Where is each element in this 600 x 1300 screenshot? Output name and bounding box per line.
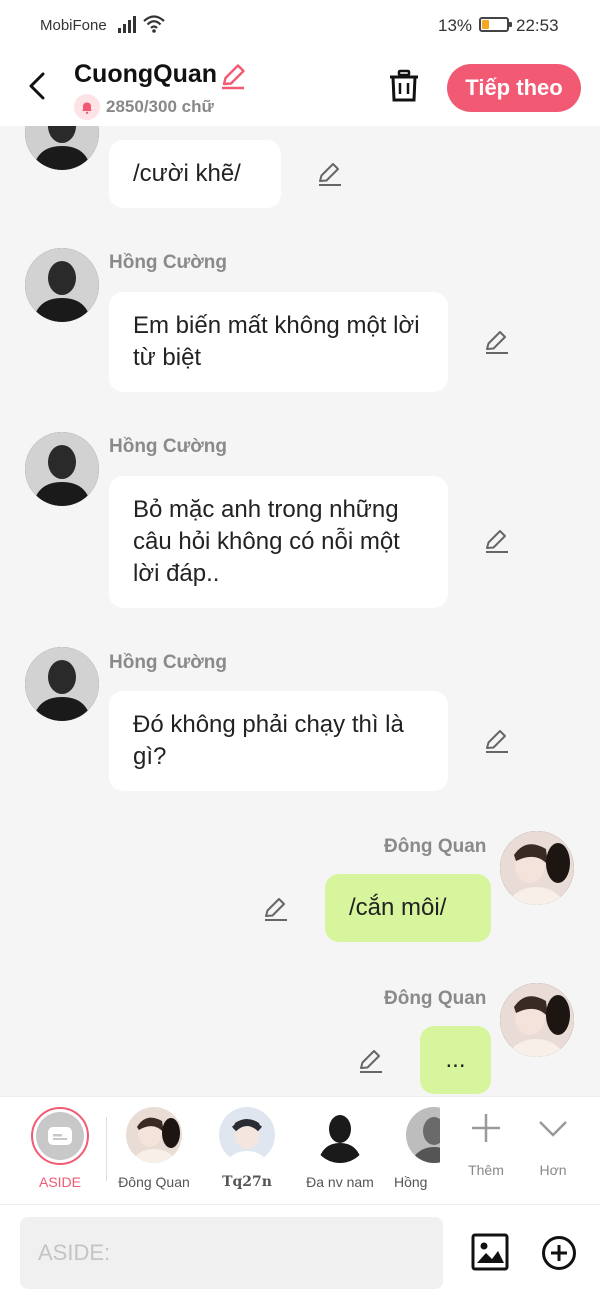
- message-bubble: /cười khẽ/: [109, 140, 281, 208]
- story-title: CuongQuan: [74, 60, 218, 88]
- edit-message-icon[interactable]: [483, 527, 511, 555]
- expand-label: Hơn: [539, 1162, 567, 1178]
- word-counter: 2850/300 chữ: [74, 94, 214, 120]
- chevron-down-icon: [539, 1121, 567, 1137]
- back-button[interactable]: [22, 68, 52, 104]
- edit-message-icon[interactable]: [357, 1047, 385, 1075]
- header: CuongQuan 2850/300 chữ Tiếp theo: [0, 52, 600, 126]
- avatar-hong-cuong[interactable]: [25, 432, 99, 506]
- image-icon[interactable]: [471, 1233, 509, 1271]
- add-label: Thêm: [468, 1162, 504, 1178]
- battery-fill: [482, 20, 489, 29]
- sender-name: Đông Quan: [384, 836, 487, 857]
- divider: [106, 1117, 107, 1181]
- avatar-hong-cuong[interactable]: [25, 248, 99, 322]
- character-avatar: [126, 1107, 182, 1163]
- avatar-dong-quan[interactable]: [500, 831, 574, 905]
- character-bar: ASIDE Đông Quan Tq27n Đa nv nam Hồng Thê…: [0, 1096, 600, 1204]
- add-circle-icon[interactable]: [541, 1235, 577, 1271]
- avatar-hong-cuong[interactable]: [25, 126, 99, 170]
- edit-message-icon[interactable]: [262, 895, 290, 923]
- character-avatar: [219, 1107, 275, 1163]
- aside-icon: [36, 1112, 84, 1160]
- character-label: Tq27n: [222, 1174, 272, 1190]
- character-avatar: [406, 1107, 440, 1163]
- message-bubble: ...: [420, 1026, 491, 1094]
- character-aside[interactable]: ASIDE: [15, 1107, 105, 1190]
- carrier-name: MobiFone: [40, 17, 107, 34]
- add-character-button[interactable]: Thêm: [456, 1111, 516, 1178]
- clock: 22:53: [516, 16, 559, 35]
- sender-name: Đông Quan: [384, 988, 487, 1009]
- trash-icon[interactable]: [388, 69, 420, 103]
- character-avatar: [312, 1107, 368, 1163]
- next-button[interactable]: Tiếp theo: [447, 64, 581, 112]
- status-bar: MobiFone 13% 22:53: [0, 0, 600, 52]
- character-item[interactable]: Hồng: [388, 1107, 440, 1190]
- character-item[interactable]: Đông Quan: [109, 1107, 199, 1190]
- expand-button[interactable]: Hơn: [523, 1111, 583, 1178]
- battery-icon: [479, 17, 512, 32]
- input-bar: [0, 1204, 600, 1300]
- battery-percent: 13%: [438, 16, 473, 35]
- character-item[interactable]: Đa nv nam: [295, 1107, 385, 1190]
- signal-icon: [118, 16, 136, 33]
- wifi-icon: [143, 15, 165, 33]
- message-bubble: Bỏ mặc anh trong những câu hỏi không có …: [109, 476, 448, 608]
- avatar-dong-quan[interactable]: [500, 983, 574, 1057]
- character-item[interactable]: Tq27n: [202, 1107, 292, 1190]
- message-bubble: /cắn môi/: [325, 874, 491, 942]
- plus-icon: [472, 1114, 500, 1142]
- back-arrow-icon: [29, 72, 45, 100]
- sender-name: Hồng Cường: [109, 652, 228, 673]
- bell-icon: [74, 94, 100, 120]
- sender-name: Hồng Cường: [109, 252, 228, 273]
- message-bubble: Đó không phải chạy thì là gì?: [109, 691, 448, 791]
- aside-button[interactable]: [31, 1107, 89, 1165]
- edit-message-icon[interactable]: [483, 727, 511, 755]
- edit-title-icon[interactable]: [219, 62, 247, 90]
- character-label: Hồng: [394, 1174, 428, 1190]
- message-bubble: Em biến mất không một lời từ biệt: [109, 292, 448, 392]
- character-label: ASIDE: [38, 1174, 81, 1190]
- sender-name: Hồng Cường: [109, 436, 228, 457]
- word-count-text: 2850/300 chữ: [106, 97, 214, 116]
- chat-area[interactable]: /cười khẽ/ Hồng Cường Em biến mất không …: [0, 126, 600, 1096]
- avatar-hong-cuong[interactable]: [25, 647, 99, 721]
- edit-message-icon[interactable]: [316, 160, 344, 188]
- message-input[interactable]: [20, 1217, 443, 1289]
- character-label: Đông Quan: [118, 1174, 190, 1190]
- character-label: Đa nv nam: [306, 1174, 374, 1190]
- edit-message-icon[interactable]: [483, 328, 511, 356]
